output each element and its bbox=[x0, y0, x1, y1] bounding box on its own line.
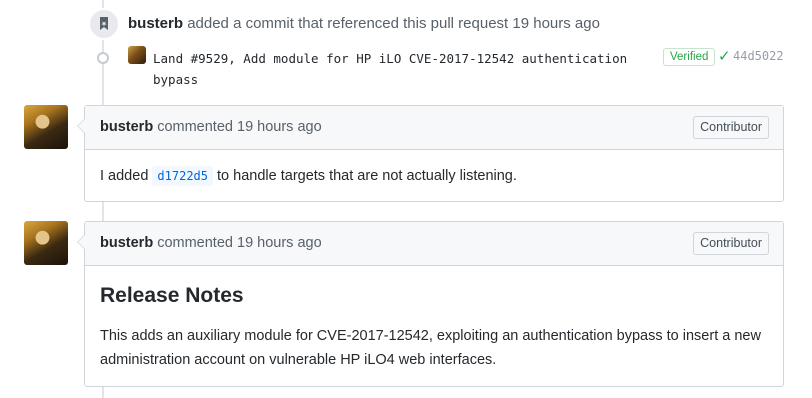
timeline-event: busterb added a commit that referenced t… bbox=[128, 15, 600, 32]
avatar[interactable] bbox=[24, 221, 68, 265]
comment-box: busterb commented 19 hours ago Contribut… bbox=[77, 221, 784, 387]
git-commit-icon bbox=[97, 52, 109, 64]
release-notes-heading: Release Notes bbox=[100, 284, 244, 307]
contributor-badge: Contributor bbox=[693, 232, 769, 255]
release-notes-text: This adds an auxiliary module for CVE-20… bbox=[100, 328, 761, 368]
event-action: added a commit that referenced this pull… bbox=[187, 15, 509, 32]
comment-author-link[interactable]: busterb bbox=[100, 119, 153, 135]
verified-badge[interactable]: Verified bbox=[663, 48, 716, 66]
comment-box: busterb commented 19 hours ago Contribut… bbox=[77, 105, 784, 203]
comment-body: I added d1722d5 to handle targets that a… bbox=[85, 150, 783, 203]
comment-header: busterb commented 19 hours ago Contribut… bbox=[85, 222, 783, 266]
comment-text-before: I added bbox=[100, 168, 149, 184]
comment-body: Release Notes This adds an auxiliary mod… bbox=[85, 266, 783, 387]
event-time[interactable]: 19 hours ago bbox=[512, 15, 600, 32]
comment-time[interactable]: 19 hours ago bbox=[237, 235, 322, 251]
avatar[interactable] bbox=[24, 105, 68, 149]
commit-message-link[interactable]: Land #9529, Add module for HP iLO CVE-20… bbox=[153, 48, 633, 90]
event-author-link[interactable]: busterb bbox=[128, 15, 183, 32]
comment-text-after: to handle targets that are not actually … bbox=[217, 168, 517, 184]
check-icon[interactable]: ✓ bbox=[718, 48, 731, 66]
comment-action: commented bbox=[157, 235, 233, 251]
comment-time[interactable]: 19 hours ago bbox=[237, 119, 322, 135]
contributor-badge: Contributor bbox=[693, 116, 769, 139]
commit-sha-link[interactable]: 44d5022 bbox=[733, 49, 784, 63]
commit-reference-link[interactable]: d1722d5 bbox=[152, 166, 213, 186]
commit-author-avatar[interactable] bbox=[128, 46, 146, 64]
comment-header: busterb commented 19 hours ago Contribut… bbox=[85, 106, 783, 150]
bookmark-icon bbox=[88, 8, 120, 40]
comment-action: commented bbox=[157, 119, 233, 135]
comment-author-link[interactable]: busterb bbox=[100, 235, 153, 251]
